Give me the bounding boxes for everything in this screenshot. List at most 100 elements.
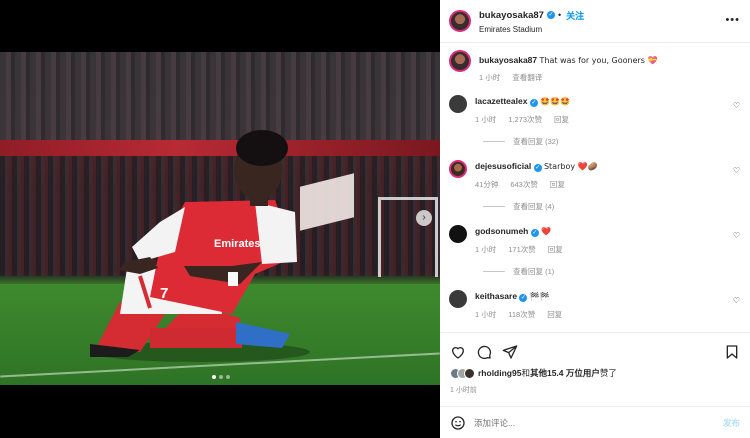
comment-meta: 1 小时 118次赞 回复 (475, 309, 740, 320)
reply-button[interactable]: 回复 (554, 114, 569, 125)
comment-text: Starboy ❤️🥔 (543, 162, 598, 171)
separator-dot: • (557, 10, 562, 20)
caption-avatar[interactable] (449, 50, 471, 72)
comment-username[interactable]: lacazettealex (475, 96, 527, 106)
share-icon[interactable] (502, 344, 518, 360)
comment-text: ❤️ (541, 227, 552, 236)
comment-likes[interactable]: 1,273次赞 (508, 114, 542, 125)
likes-suffix: 赞了 (599, 368, 617, 378)
post-location[interactable]: Emirates Stadium (479, 25, 584, 34)
comment-text-line: keithasare ✓ 🏁🏁 (475, 290, 740, 303)
caption-time: 1 小时 (479, 73, 501, 82)
comment-row: godsonumeh ✓ ❤️ 1 小时 171次赞 回复 ♡ (449, 225, 740, 255)
comment-row: dejesusoficial ✓ Starboy ❤️🥔 41分钟 643次赞 … (449, 160, 740, 190)
liker-username[interactable]: rholding95 (478, 368, 521, 378)
comment-body: lacazettealex ✓ 🤩🤩🤩 1 小时 1,273次赞 回复 (475, 95, 740, 125)
caption-meta: 1 小时 查看翻译 (479, 72, 740, 83)
comment-avatar[interactable] (449, 95, 467, 113)
heart-icon[interactable] (450, 344, 466, 360)
post-header: bukayosaka87 ✓ • 关注 Emirates Stadium ••• (440, 0, 750, 43)
caption-text: That was for you, Gooners 💝 (539, 56, 658, 65)
comment-meta: 41分钟 643次赞 回复 (475, 179, 740, 190)
comment-meta: 1 小时 171次赞 回复 (475, 244, 740, 255)
author-line: bukayosaka87 ✓ • 关注 (479, 9, 584, 22)
comment-heart-icon[interactable]: ♡ (733, 101, 740, 110)
comment-icon[interactable] (476, 344, 492, 360)
follow-button[interactable]: 关注 (566, 9, 584, 22)
comment-text-line: lacazettealex ✓ 🤩🤩🤩 (475, 95, 740, 108)
comment-username[interactable]: godsonumeh (475, 226, 528, 236)
view-replies-button[interactable]: 查看回复 (32) (483, 136, 740, 147)
action-icons (440, 333, 750, 361)
post-panel: bukayosaka87 ✓ • 关注 Emirates Stadium •••… (440, 0, 750, 438)
photo-player: Emirates 7 (90, 130, 310, 362)
emoji-icon[interactable] (450, 415, 466, 431)
view-replies-button[interactable]: 查看回复 (4) (483, 201, 740, 212)
svg-text:Emirates: Emirates (214, 238, 260, 250)
comment-meta: 1 小时 1,273次赞 回复 (475, 114, 740, 125)
comment-time: 41分钟 (475, 180, 499, 189)
likes-text: rholding95和其他15.4 万位用户赞了 (478, 367, 617, 379)
author-avatar[interactable] (449, 10, 471, 32)
comment-text: 🏁🏁 (529, 292, 550, 301)
comment-avatar[interactable] (449, 225, 467, 243)
bookmark-icon[interactable] (724, 344, 740, 360)
comment-body: dejesusoficial ✓ Starboy ❤️🥔 41分钟 643次赞 … (475, 160, 740, 190)
comment-row: lacazettealex ✓ 🤩🤩🤩 1 小时 1,273次赞 回复 ♡ (449, 95, 740, 125)
photo-next-button[interactable]: › (416, 210, 432, 226)
likes-connector: 和 (521, 368, 530, 378)
verified-icon: ✓ (533, 164, 542, 172)
comment-text-line: dejesusoficial ✓ Starboy ❤️🥔 (475, 160, 740, 173)
comment-body: godsonumeh ✓ ❤️ 1 小时 171次赞 回复 (475, 225, 740, 255)
carousel-dot (212, 375, 216, 379)
comment-avatar[interactable] (449, 290, 467, 308)
verified-icon: ✓ (529, 99, 538, 107)
verified-icon: ✓ (519, 294, 528, 302)
comment-time: 1 小时 (475, 310, 497, 319)
carousel-dot (219, 375, 223, 379)
likes-others[interactable]: 其他15.4 万位用户 (530, 368, 600, 378)
add-comment-bar: 发布 (440, 406, 750, 438)
caption-text-line: bukayosaka87 That was for you, Gooners 💝 (479, 54, 740, 67)
comment-likes[interactable]: 643次赞 (510, 179, 538, 190)
comment-body: keithasare ✓ 🏁🏁 1 小时 118次赞 回复 (475, 290, 740, 320)
post-actions: rholding95和其他15.4 万位用户赞了 1 小时前 发布 (440, 332, 750, 438)
author-info: bukayosaka87 ✓ • 关注 Emirates Stadium (479, 9, 584, 34)
comment-heart-icon[interactable]: ♡ (733, 296, 740, 305)
media-viewer: Emirates 7 › (0, 0, 440, 438)
more-horizontal-icon[interactable]: ••• (725, 14, 740, 26)
comment-username[interactable]: keithasare (475, 291, 517, 301)
liker-avatar (464, 367, 475, 379)
comment-avatar[interactable] (449, 160, 467, 178)
carousel-dot (226, 375, 230, 379)
author-username[interactable]: bukayosaka87 (479, 10, 544, 21)
caption-row: bukayosaka87 That was for you, Gooners 💝… (449, 50, 740, 83)
comment-heart-icon[interactable]: ♡ (733, 166, 740, 175)
verified-icon: ✓ (546, 11, 555, 19)
carousel-indicator (212, 375, 230, 379)
post-comment-button[interactable]: 发布 (723, 417, 740, 429)
svg-text:7: 7 (160, 285, 168, 302)
caption-body: bukayosaka87 That was for you, Gooners 💝… (479, 50, 740, 83)
comment-username[interactable]: dejesusoficial (475, 161, 531, 171)
translate-link[interactable]: 查看翻译 (512, 72, 542, 83)
reply-button[interactable]: 回复 (550, 179, 565, 190)
post-photo[interactable]: Emirates 7 › (0, 52, 440, 385)
comment-likes[interactable]: 118次赞 (508, 309, 535, 320)
comment-input[interactable] (474, 417, 723, 428)
verified-icon: ✓ (530, 229, 539, 237)
comment-text: 🤩🤩🤩 (540, 97, 571, 106)
reply-button[interactable]: 回复 (547, 309, 562, 320)
posted-time[interactable]: 1 小时前 (440, 379, 750, 395)
comment-row: keithasare ✓ 🏁🏁 1 小时 118次赞 回复 ♡ (449, 290, 740, 320)
comment-text-line: godsonumeh ✓ ❤️ (475, 225, 740, 238)
view-replies-button[interactable]: 查看回复 (1) (483, 266, 740, 277)
reply-button[interactable]: 回复 (548, 244, 563, 255)
comment-time: 1 小时 (475, 115, 497, 124)
comment-likes[interactable]: 171次赞 (508, 244, 536, 255)
likes-summary: rholding95和其他15.4 万位用户赞了 (440, 361, 750, 379)
comment-heart-icon[interactable]: ♡ (733, 231, 740, 240)
caption-username[interactable]: bukayosaka87 (479, 55, 537, 65)
comments-list[interactable]: bukayosaka87 That was for you, Gooners 💝… (440, 44, 750, 332)
comment-time: 1 小时 (475, 245, 497, 254)
